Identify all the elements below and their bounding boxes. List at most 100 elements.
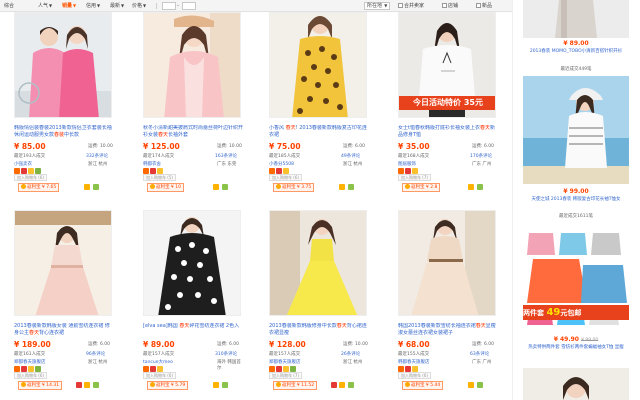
product-title[interactable]: 2013春装新款韩版女装 通勤雪纺连衣裙 修身公主春天背心连衣裙 [14, 323, 114, 337]
sidebar-title[interactable]: 天使之城 2013春装 韩版复古印花长袖T恤女 [523, 197, 629, 203]
product-image[interactable] [269, 210, 367, 316]
yellow-dress-photo [270, 211, 366, 315]
sort-price[interactable]: 价格▼ [132, 2, 146, 10]
add-to-cart-button[interactable]: 加入购物车 (7) [269, 372, 302, 379]
product-image[interactable] [143, 210, 241, 316]
add-to-cart-button[interactable]: 加入购物车 (7) [398, 174, 431, 181]
seller-name[interactable]: 郑都春天旗舰店 [14, 359, 46, 365]
rebate-badge[interactable]: 返利宝 ¥ 10 [147, 183, 184, 192]
sort-newest[interactable]: 最新▼ [110, 2, 124, 10]
add-to-cart-button[interactable]: 加入购物车 (6) [269, 174, 302, 181]
product-card[interactable]: [elva sea]韩国 春天碎花雪纺连衣裙 2色入 ¥ 89.00 运费: 6… [129, 210, 245, 400]
tick-icon[interactable] [93, 382, 99, 388]
wangwang-icon[interactable] [339, 184, 345, 190]
tick-icon[interactable] [348, 382, 354, 388]
product-image[interactable] [269, 12, 367, 118]
new-checkbox[interactable]: 新品 [476, 2, 492, 10]
product-card[interactable]: 2013春装新款韩版女装 通勤雪纺连衣裙 修身公主春天背心连衣裙 ¥ 189.0… [0, 210, 116, 400]
sort-default[interactable]: 综合 [4, 2, 14, 10]
product-title[interactable]: [elva sea]韩国 春天碎花雪纺连衣裙 2色入 [143, 323, 243, 337]
rebate-badge[interactable]: 返利宝 ¥ 14.31 [18, 381, 63, 390]
review-count[interactable]: 310条评论 [215, 351, 237, 357]
merge-sellers-checkbox[interactable]: 合并卖家 [398, 2, 424, 10]
wangwang-icon[interactable] [84, 382, 90, 388]
product-card[interactable]: 秋冬小清新甜美披肩式时尚蕾丝荷叶边针织开衫女装春天长袖外套 ¥ 125.00 运… [129, 12, 245, 202]
sidebar-image[interactable] [523, 368, 629, 400]
seller-name[interactable]: tancue大meo [143, 359, 173, 365]
seller-name[interactable]: 小香分5508 [269, 161, 294, 167]
rebate-badge[interactable]: 返利宝 ¥ 11.52 [273, 381, 318, 390]
price-max-input[interactable] [182, 2, 196, 10]
product-title[interactable]: 韩国2013春装新款雪纺长袖连衣裙春天显瘦淑女蕾丝连衣裙女装裙子 [398, 323, 498, 337]
product-image[interactable] [14, 210, 112, 316]
tmall-icon[interactable] [331, 382, 337, 388]
product-card[interactable]: 今日活动特价 35元 女士t恤春秋韩版打底衫长袖女装上衣春天新品修身T恤 ¥ 3… [384, 12, 500, 202]
sidebar-title[interactable]: 2013春装 MOMO_TOBO小清新百搭针织开衫 [523, 49, 629, 55]
product-card[interactable]: 韩版情侣装春装2013新款情侣卫衣套装长袖休闲运动服男女款春装中长款 ¥ 85.… [0, 12, 116, 202]
sidebar-image[interactable] [523, 0, 629, 38]
sort-popularity[interactable]: 人气▼ [38, 2, 52, 10]
seller-name[interactable]: 韩都春天旗舰店 [398, 359, 430, 365]
product-image[interactable] [14, 12, 112, 118]
tmall-icon[interactable] [76, 382, 82, 388]
sidebar-image[interactable]: 两件套 49元包邮 [523, 225, 629, 333]
bundle-banner[interactable]: 两件套 49元包邮 [523, 305, 629, 320]
sale-banner[interactable]: 今日活动特价 35元 [399, 96, 495, 110]
location-select[interactable]: 所在地 ▼ [364, 2, 391, 10]
price-min-input[interactable] [162, 2, 176, 10]
lace-dress-photo [399, 211, 495, 315]
sidebar-image[interactable] [523, 76, 629, 184]
seller-name[interactable]: 郑都春天旗舰店 [269, 359, 301, 365]
product-title[interactable]: 秋冬小清新甜美披肩式时尚蕾丝荷叶边针织开衫女装春天长袖外套 [143, 125, 243, 139]
rebate-badge[interactable]: 返利宝 ¥ 2.8 [402, 183, 441, 192]
product-card[interactable]: 2013春装新款韩版修身中长款春天背心裙连衣裙显瘦 ¥ 128.00 运费: 1… [255, 210, 371, 400]
wangwang-icon[interactable] [84, 184, 90, 190]
review-count[interactable]: 63条评论 [470, 351, 489, 357]
add-to-cart-button[interactable]: 加入购物车 (6) [143, 372, 176, 379]
seller-name[interactable]: 韩都衣舍 [143, 161, 161, 167]
product-image[interactable] [143, 12, 241, 118]
wangwang-icon[interactable] [468, 184, 474, 190]
tick-icon[interactable] [222, 382, 228, 388]
product-image[interactable] [398, 210, 496, 316]
add-to-cart-button[interactable]: 加入购物车 (6) [398, 372, 431, 379]
add-to-cart-button[interactable]: 加入购物车 (5) [143, 174, 176, 181]
tick-icon[interactable] [348, 184, 354, 190]
product-image[interactable]: 今日活动特价 35元 [398, 12, 496, 118]
wangwang-icon[interactable] [213, 184, 219, 190]
review-count[interactable]: 163条评论 [215, 153, 237, 159]
tick-icon[interactable] [477, 184, 483, 190]
tick-icon[interactable] [93, 184, 99, 190]
review-count[interactable]: 26条评论 [341, 351, 360, 357]
add-to-cart-button[interactable]: 加入购物车 (6) [14, 372, 47, 379]
wangwang-icon[interactable] [339, 382, 345, 388]
product-card[interactable]: 韩国2013春装新款雪纺长袖连衣裙春天显瘦淑女蕾丝连衣裙女装裙子 ¥ 68.00… [384, 210, 500, 400]
product-title[interactable]: 小香风 春天! 2013春装新款韩版复古印花连衣裙 [269, 125, 369, 139]
wangwang-icon[interactable] [213, 382, 219, 388]
product-title[interactable]: 女士t恤春秋韩版打底衫长袖女装上衣春天新品修身T恤 [398, 125, 498, 139]
add-to-cart-button[interactable]: 加入购物车 (6) [14, 174, 47, 181]
product-card[interactable]: 小香风 春天! 2013春装新款韩版复古印花连衣裙 ¥ 75.00 运费: 6.… [255, 12, 371, 202]
rebate-badge[interactable]: 返利宝 ¥ 5.44 [402, 381, 444, 390]
sold-count: 最近193人成交 [14, 154, 46, 159]
review-count[interactable]: 170条评论 [470, 153, 492, 159]
review-count[interactable]: 49条评论 [341, 153, 360, 159]
tick-icon[interactable] [222, 184, 228, 190]
product-title[interactable]: 韩版情侣装春装2013新款情侣卫衣套装长袖休闲运动服男女款春装中长款 [14, 125, 114, 139]
sidebar-price: ¥ 49.90 ¥ 99.00 [553, 336, 599, 343]
rebate-badge[interactable]: 返利宝 ¥ 7.65 [18, 183, 60, 192]
sort-sales[interactable]: 销量▼ [62, 2, 76, 10]
wangwang-icon[interactable] [468, 382, 474, 388]
review-count[interactable]: 332条评论 [86, 153, 108, 159]
tick-icon[interactable] [477, 382, 483, 388]
seller-name[interactable]: 小强卖衣 [14, 161, 32, 167]
review-count[interactable]: 96条评论 [86, 351, 105, 357]
seller-location: 浙江 杭州 [88, 162, 108, 167]
rebate-badge[interactable]: 返利宝 ¥ 5.79 [147, 381, 189, 390]
sort-credit[interactable]: 信用▼ [86, 2, 100, 10]
seller-name[interactable]: 图居服饰 [398, 161, 416, 167]
shop-checkbox[interactable]: 店铺 [442, 2, 458, 10]
sidebar-title[interactable]: 热卖特供两件套 雪纺衫两件套蝙蝠袖女T恤 显瘦 [523, 345, 629, 351]
product-title[interactable]: 2013春装新款韩版修身中长款春天背心裙连衣裙显瘦 [269, 323, 369, 337]
rebate-badge[interactable]: 返利宝 ¥ 3.75 [273, 183, 315, 192]
